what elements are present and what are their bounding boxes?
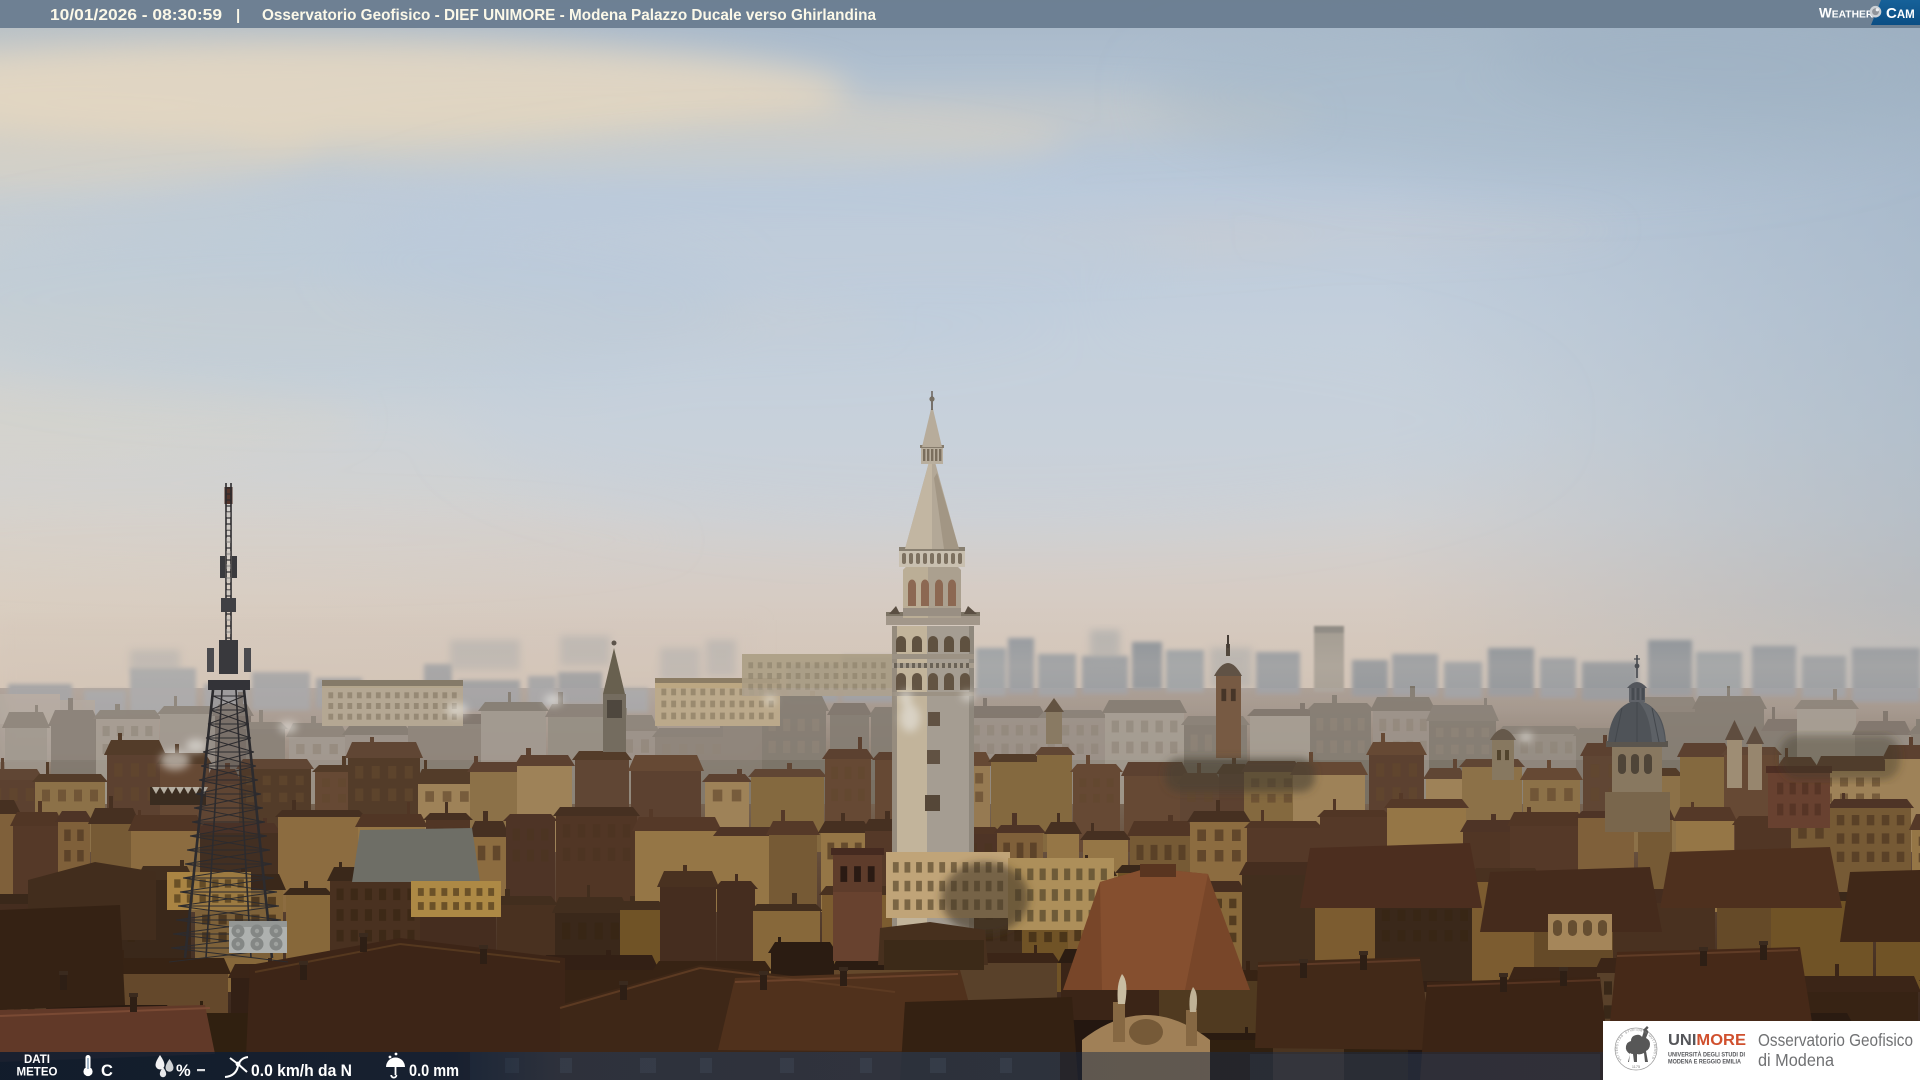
svg-text:Osservatorio Geofisico - DIEF: Osservatorio Geofisico - DIEF UNIMORE - … [262,7,876,24]
svg-text:Osservatorio Geofisico: Osservatorio Geofisico [1758,1030,1913,1050]
svg-text:1175: 1175 [1632,1065,1640,1069]
svg-text:MODENA E REGGIO EMILIA: MODENA E REGGIO EMILIA [1668,1059,1741,1066]
svg-text:METEO: METEO [17,1067,58,1079]
svg-text:%: % [176,1062,191,1080]
svg-text:di Modena: di Modena [1758,1050,1834,1070]
svg-text:0.0 km/h da N: 0.0 km/h da N [251,1062,352,1080]
svg-text:C: C [101,1062,113,1080]
svg-text:10/01/2026 - 08:30:59: 10/01/2026 - 08:30:59 [50,7,222,24]
svg-text:|: | [236,7,240,24]
svg-text:0.0 mm: 0.0 mm [409,1062,459,1080]
svg-text:DATI: DATI [24,1054,50,1066]
svg-text:UNIVERSITÀ DEGLI STUDI DI: UNIVERSITÀ DEGLI STUDI DI [1668,1050,1745,1059]
svg-text:UNIMORE: UNI MORE [1668,1032,1746,1049]
